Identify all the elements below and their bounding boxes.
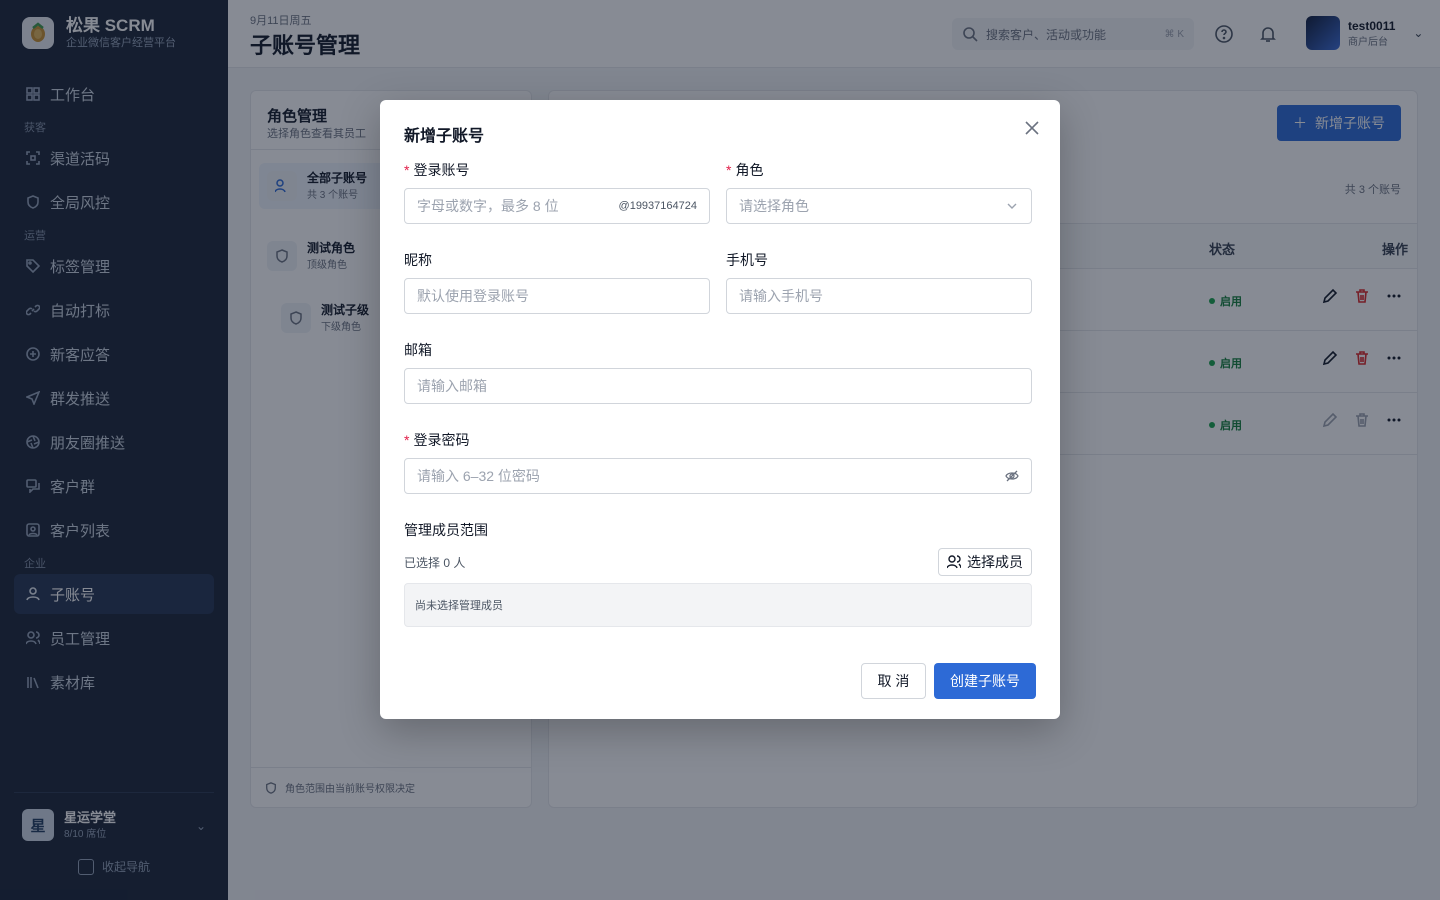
- scope-label: 管理成员范围: [404, 522, 488, 538]
- eye-off-icon[interactable]: [1005, 469, 1019, 483]
- email-input[interactable]: 请输入邮箱: [404, 368, 1032, 404]
- phone-input[interactable]: 请输入手机号: [726, 278, 1032, 314]
- login-account-suffix: @19937164724: [618, 200, 697, 212]
- select-members-label: 选择成员: [967, 554, 1023, 570]
- scope-selected-count: 已选择 0 人: [404, 556, 466, 570]
- create-sub-account-dialog: 新增子账号 * 登录账号 字母或数字，最多 8 位 @19937164724 * 角…: [380, 100, 1060, 719]
- scope-empty-state: 尚未选择管理成员: [404, 583, 1032, 627]
- required-mark: *: [404, 162, 410, 178]
- email-label: 邮箱: [404, 342, 432, 358]
- role-select[interactable]: 请选择角色: [726, 188, 1032, 224]
- email-placeholder: 请输入邮箱: [417, 378, 487, 394]
- phone-label: 手机号: [726, 252, 768, 268]
- password-input[interactable]: 请输入 6–32 位密码: [404, 458, 1032, 494]
- password-placeholder: 请输入 6–32 位密码: [417, 468, 540, 484]
- select-members-button[interactable]: 选择成员: [938, 548, 1032, 576]
- role-placeholder: 请选择角色: [739, 198, 809, 214]
- users-icon: [947, 555, 961, 569]
- cancel-button[interactable]: 取 消: [861, 663, 926, 699]
- nickname-label: 昵称: [404, 252, 432, 268]
- nickname-input[interactable]: 默认使用登录账号: [404, 278, 710, 314]
- phone-placeholder: 请输入手机号: [739, 288, 823, 304]
- chevron-down-icon: [1007, 203, 1017, 209]
- nickname-placeholder: 默认使用登录账号: [417, 288, 529, 304]
- login-account-label: * 登录账号: [404, 162, 470, 178]
- login-account-input[interactable]: 字母或数字，最多 8 位 @19937164724: [404, 188, 710, 224]
- password-label: * 登录密码: [404, 432, 470, 448]
- close-icon[interactable]: [1022, 118, 1042, 138]
- required-mark: *: [404, 432, 410, 448]
- required-mark: *: [726, 162, 732, 178]
- dialog-title: 新增子账号: [404, 128, 485, 145]
- login-account-placeholder: 字母或数字，最多 8 位: [417, 198, 559, 214]
- role-label: * 角色: [726, 162, 764, 178]
- create-sub-account-button[interactable]: 创建子账号: [934, 663, 1036, 699]
